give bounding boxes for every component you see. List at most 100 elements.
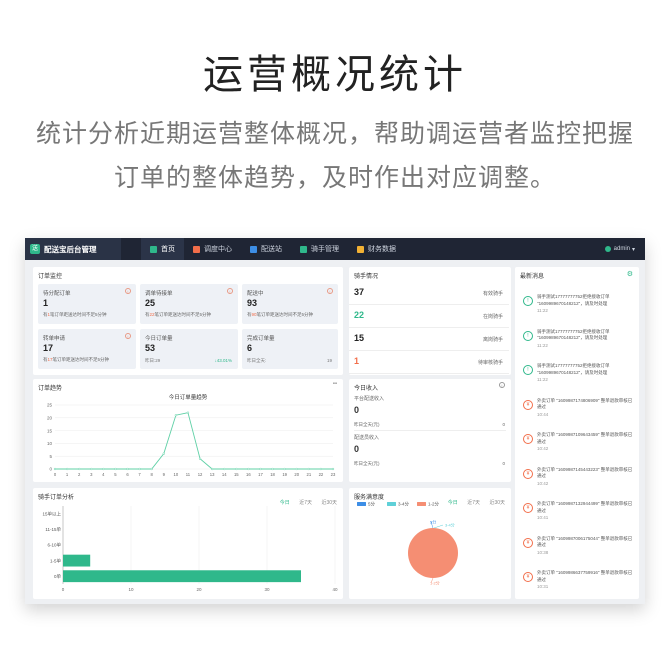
card-value: 93 <box>247 298 258 308</box>
rider-order-analysis-panel: 骑手订单分析 今日 近7天 近30天 0 10 20 30 40 0单 1-5单 6-10单 1… <box>33 488 343 599</box>
card-note: 有1笔订单距送达时间不足5分钟 <box>43 312 107 318</box>
rider-status-row[interactable]: 37 有效骑手 <box>349 281 509 305</box>
pie-slice[interactable] <box>408 528 458 578</box>
nav-delivery-station[interactable]: 配送站 <box>241 238 291 260</box>
card-note: 有22笔订单距送达时间不足5分钟 <box>145 312 211 318</box>
order-trend-chart: 今日订单量趋势05101520250 1 2 3 4 5 6 7 8 9 10 11 12 13 14 15 1… <box>47 393 336 477</box>
platform-income-label: 平台配送收入 <box>354 396 385 402</box>
data-point[interactable] <box>126 467 129 471</box>
data-point[interactable] <box>102 467 105 471</box>
rider-status-label: 在岗骑手 <box>482 314 503 320</box>
rider-count: 15 <box>354 333 365 343</box>
rider-status-row[interactable]: 15 离岗骑手 <box>349 327 509 351</box>
data-point[interactable] <box>295 467 298 471</box>
data-point[interactable] <box>65 467 69 471</box>
platform-yesterday-label: 昨日全天(元) <box>354 422 380 427</box>
refund-icon: ¥ <box>523 434 533 444</box>
data-point[interactable] <box>259 467 262 471</box>
x-tick-label: 14 <box>222 472 227 477</box>
data-point[interactable] <box>78 467 81 471</box>
legend-label[interactable]: 1-2分 <box>428 501 440 508</box>
nav-station-label: 配送站 <box>261 246 282 253</box>
card-title: 今日订单量 <box>145 336 173 342</box>
data-point[interactable] <box>150 467 153 471</box>
nav-rider-management[interactable]: 骑手管理 <box>291 238 348 260</box>
rider-income-value: 0 <box>354 444 360 454</box>
info-icon: i <box>125 333 131 339</box>
series-line <box>55 412 333 470</box>
data-point[interactable] <box>271 467 274 471</box>
data-point[interactable] <box>174 414 178 417</box>
card-title: 待分配订单 <box>43 291 71 297</box>
x-tick-label: 16 <box>246 472 251 477</box>
x-tick-label: 0 <box>54 472 57 477</box>
nav-home[interactable]: 首页 <box>141 238 184 260</box>
x-tick-label: 20 <box>294 472 299 477</box>
data-point[interactable] <box>235 467 238 471</box>
rider-status-label: 待审核骑手 <box>477 360 503 366</box>
chart-title: 今日订单量趋势 <box>169 393 208 401</box>
refund-icon: ¥ <box>523 572 533 582</box>
rider-status-title: 骑手情况 <box>354 274 379 280</box>
dashboard-screenshot: 送 配送宝后台管理 首页 调度中心 配送站 骑手管理 财务数据 admin ▾ <box>25 238 645 604</box>
y-tick-label: 10 <box>47 441 53 446</box>
user-menu[interactable]: admin ▾ <box>604 238 635 260</box>
data-point[interactable] <box>247 467 250 471</box>
data-point[interactable] <box>331 467 335 471</box>
info-icon[interactable]: i <box>499 382 505 388</box>
x-tick-label: 12 <box>198 472 203 477</box>
rider-yesterday-value: 0 <box>502 461 505 466</box>
data-point[interactable] <box>319 467 323 471</box>
bar[interactable] <box>63 570 301 583</box>
bar[interactable] <box>63 554 91 567</box>
note-suffix: 笔订单距送达时间不足5分钟 <box>154 312 212 317</box>
platform-income-value: 0 <box>354 405 360 415</box>
legend-label[interactable]: 5分 <box>368 501 376 508</box>
station-icon <box>250 245 257 253</box>
slice-label: 3-4分 <box>445 522 455 528</box>
legend-label[interactable]: 3-4分 <box>398 501 410 508</box>
data-point[interactable] <box>223 467 226 471</box>
data-point[interactable] <box>198 457 202 460</box>
card-dispatch-pending[interactable]: 调单待接单 i 25 有22笔订单距送达时间不足5分钟 <box>140 284 238 324</box>
card-delivering[interactable]: 配送中 i 93 有90笔订单距送达时间不足5分钟 <box>242 284 338 324</box>
data-point[interactable] <box>138 467 141 471</box>
category-label: 6-10单 <box>47 542 61 549</box>
x-tick-label: 7 <box>138 472 141 477</box>
card-transfer-request[interactable]: 转单申请 i 17 有17笔订单距送达时间不足5分钟 <box>38 329 136 369</box>
data-point[interactable] <box>210 467 214 471</box>
card-completed-orders[interactable]: 完成订单量 6 昨日全天: 19 <box>242 329 338 369</box>
category-label: 15单以上 <box>42 511 61 518</box>
refund-icon: ¥ <box>523 468 533 479</box>
y-tick-label: 25 <box>47 403 53 408</box>
bell-icon: ! <box>523 330 533 341</box>
brand[interactable]: 送 配送宝后台管理 <box>25 238 121 260</box>
data-point[interactable] <box>307 467 310 471</box>
data-point[interactable] <box>90 467 93 471</box>
data-point[interactable] <box>162 452 165 455</box>
hero-title: 运营概况统计 <box>203 53 467 97</box>
card-today-orders[interactable]: 今日订单量 53 昨日:29 ↓43.01% <box>140 329 238 369</box>
settings-icon[interactable]: ⚙ <box>627 270 633 278</box>
x-tick-label: 18 <box>270 472 275 477</box>
rider-status-row[interactable]: 22 在岗骑手 <box>349 304 509 328</box>
data-point[interactable] <box>53 467 57 471</box>
message-time: 10:44 <box>537 411 549 417</box>
y-tick-label: 5 <box>49 454 52 459</box>
card-pending-assignment[interactable]: 待分配订单 i 1 有1笔订单距送达时间不足5分钟 <box>38 284 136 324</box>
hero-description-line2: 订单的整体趋势，及时作出对应调整。 <box>113 164 556 192</box>
rider-status-row[interactable]: 1 待审核骑手 <box>349 350 509 374</box>
order-monitor-panel: 订单监控 待分配订单 i 1 有1笔订单距送达时间不足5分钟 调单待接单 i 2… <box>33 267 343 375</box>
refund-icon: ¥ <box>523 503 533 513</box>
message-time: 10:31 <box>537 584 549 589</box>
data-point[interactable] <box>186 411 190 414</box>
data-point[interactable] <box>283 467 286 471</box>
card-note: 有17笔订单距送达时间不足5分钟 <box>43 357 109 363</box>
data-point[interactable] <box>114 467 117 471</box>
rider-icon <box>300 245 307 253</box>
refund-icon: ¥ <box>523 537 533 548</box>
card-title: 完成订单量 <box>247 336 275 342</box>
nav-dispatch-center[interactable]: 调度中心 <box>184 238 241 260</box>
nav-finance-data[interactable]: 财务数据 <box>348 238 405 260</box>
x-tick-label: 6 <box>126 472 129 477</box>
